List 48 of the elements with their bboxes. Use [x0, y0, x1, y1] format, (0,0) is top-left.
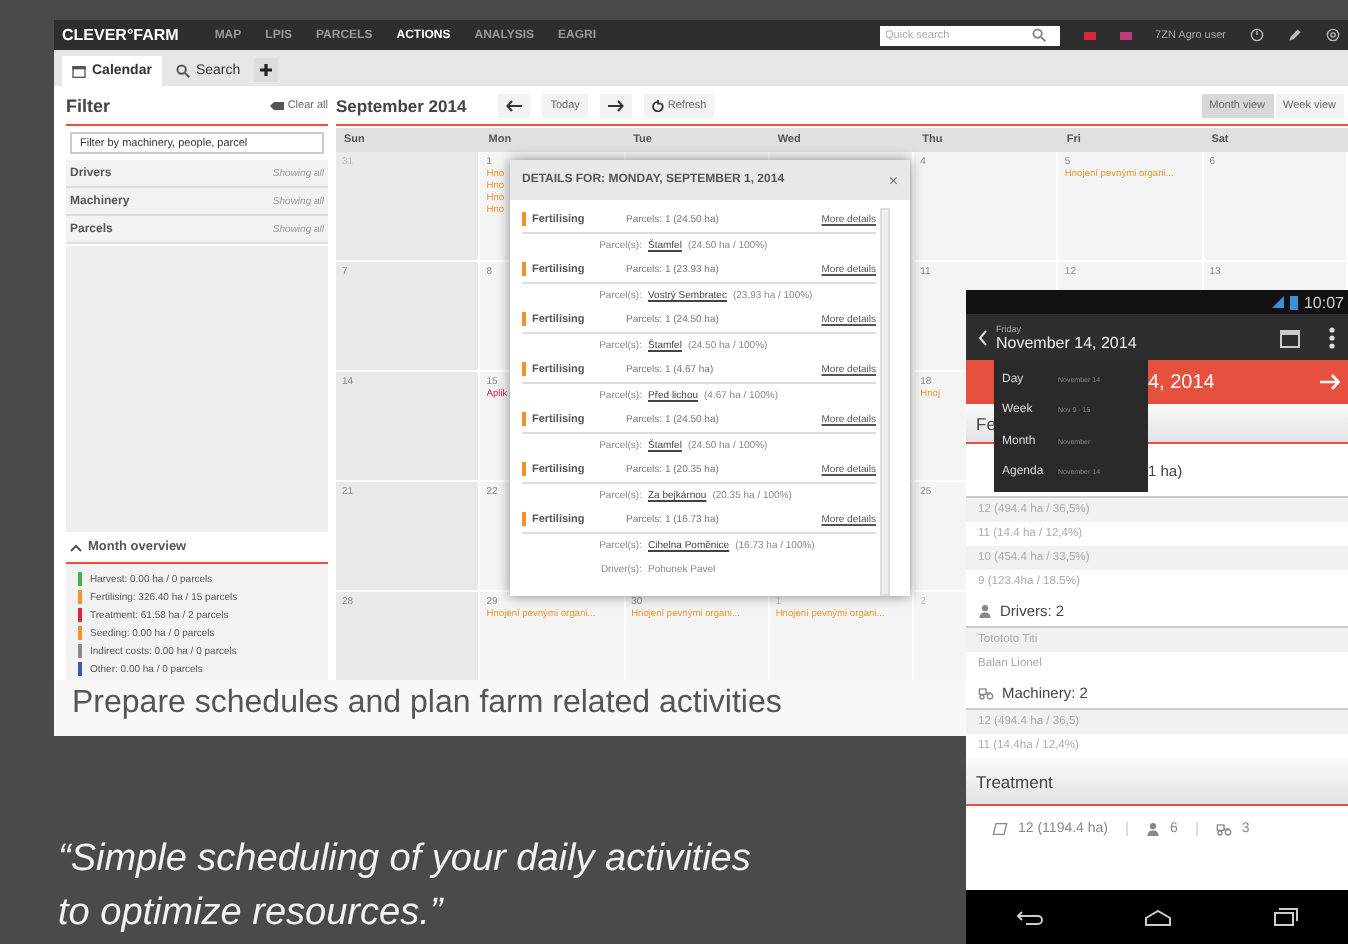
battery-icon: [1289, 295, 1298, 309]
status-time: 10:07: [1303, 293, 1344, 311]
recent-apps-icon[interactable]: [1273, 908, 1298, 926]
arrow-right-icon[interactable]: [1320, 374, 1340, 390]
calendar-icon: [72, 65, 86, 77]
activity-marker: [522, 212, 526, 227]
activity-marker: [522, 362, 526, 377]
parcel-icon: [992, 821, 1008, 835]
person-icon: [1146, 821, 1161, 835]
activity-marker: [522, 462, 526, 477]
help-icon[interactable]: [1326, 28, 1340, 42]
close-button[interactable]: ×: [888, 171, 898, 189]
next-button[interactable]: [599, 93, 632, 117]
back-icon[interactable]: [978, 329, 988, 345]
section-title: Treatment: [976, 771, 1053, 791]
date-title: November 14, 2014: [996, 333, 1137, 351]
search-icon: [1031, 28, 1046, 42]
panel-title: Filter: [66, 95, 111, 115]
activity-marker: [522, 312, 526, 327]
add-tab-button[interactable]: [254, 58, 279, 82]
chevron-up-icon[interactable]: [70, 543, 82, 551]
back-icon[interactable]: [1016, 909, 1045, 925]
arrow-left-icon: [506, 99, 523, 111]
logo: CLEVER°FARM: [62, 26, 179, 44]
calendar-icon[interactable]: [1280, 327, 1300, 347]
more-icon[interactable]: [1328, 325, 1336, 349]
flag-icon[interactable]: [1083, 31, 1096, 39]
date-bar-text: 4, 2014: [1148, 371, 1215, 393]
refresh-icon: [651, 99, 664, 111]
eraser-icon: [269, 101, 284, 109]
tractor-icon: [1215, 821, 1232, 835]
tractor-icon: [978, 685, 994, 699]
home-icon[interactable]: [1144, 909, 1173, 925]
power-icon[interactable]: [1250, 28, 1264, 42]
activity-marker: [522, 512, 526, 527]
flag-icon[interactable]: [1119, 31, 1132, 39]
month-title: September 2014: [336, 95, 467, 115]
previous-button[interactable]: [498, 93, 531, 117]
activity-marker: [522, 262, 526, 277]
search-icon: [175, 64, 190, 78]
signal-icon: [1271, 296, 1284, 308]
pencil-icon[interactable]: [1288, 28, 1302, 42]
activity-marker: [522, 412, 526, 427]
quote-line: to optimize resources.”: [58, 890, 443, 938]
arrow-right-icon: [607, 99, 624, 111]
quote-line: “Simple scheduling of your daily activities: [58, 836, 751, 884]
person-icon: [978, 603, 992, 617]
plus-icon: [260, 64, 273, 76]
